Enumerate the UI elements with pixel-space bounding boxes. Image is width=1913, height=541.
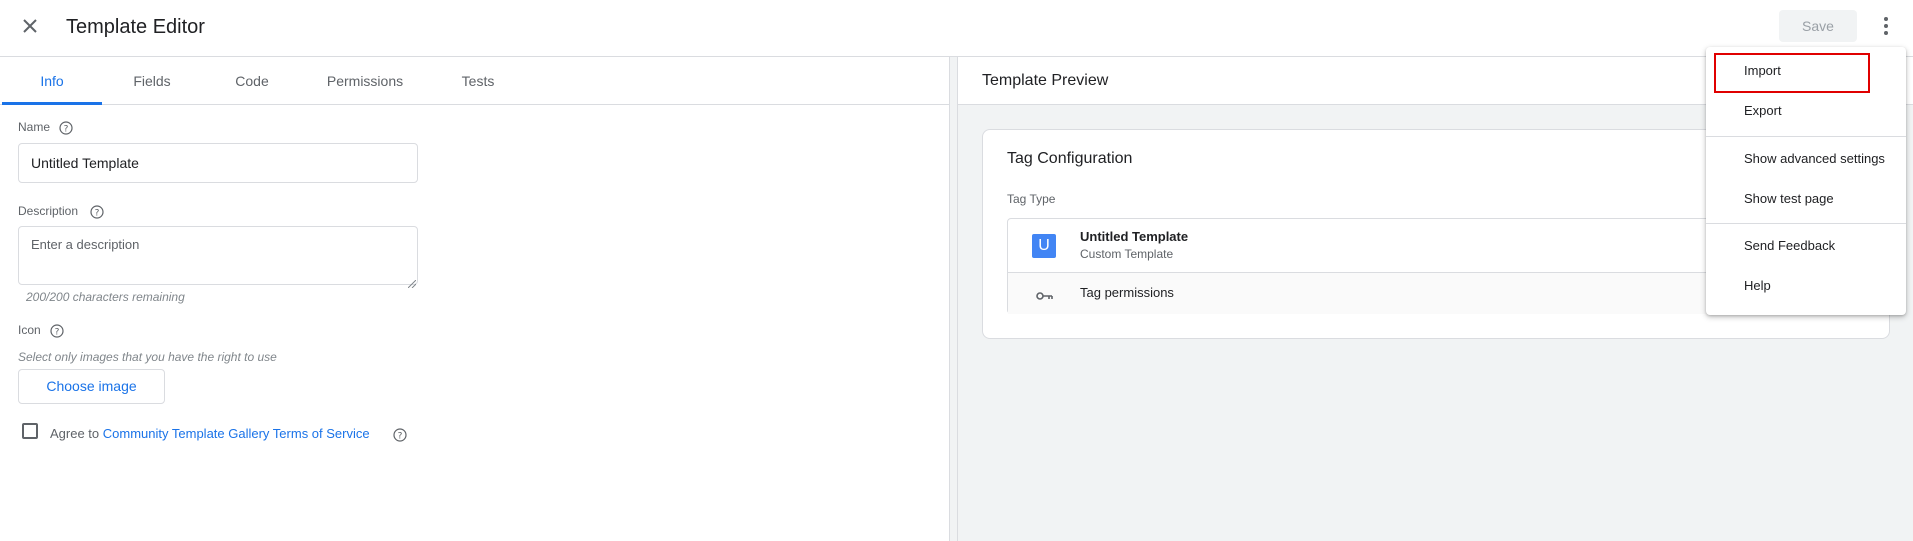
tab-bar: Info Fields Code Permissions Tests [0,57,950,105]
template-letter-icon: U [1032,234,1056,258]
page-title: Template Editor [66,16,205,38]
char-counter: 200/200 characters remaining [26,290,185,304]
tag-type-label: Tag Type [1007,192,1056,206]
tab-code[interactable]: Code [202,57,302,105]
close-icon[interactable] [18,14,42,38]
menu-item-send-feedback[interactable]: Send Feedback [1706,226,1906,266]
menu-item-help[interactable]: Help [1706,266,1906,306]
name-label: Name [18,120,51,134]
import-highlight [1714,53,1870,93]
tag-permissions-label: Tag permissions [1080,285,1174,300]
icon-hint: Select only images that you have the rig… [18,350,277,364]
tab-fields[interactable]: Fields [102,57,202,105]
menu-item-show-test-page[interactable]: Show test page [1706,179,1906,219]
svg-text:?: ? [55,328,60,338]
help-circle-icon[interactable]: ? [90,205,104,219]
terms-link[interactable]: Community Template Gallery Terms of Serv… [103,426,370,441]
choose-image-button[interactable]: Choose image [18,369,165,404]
svg-text:?: ? [398,432,403,442]
top-app-bar: Template Editor Save [0,0,1913,57]
more-vert-icon[interactable] [1874,14,1898,38]
help-circle-icon[interactable]: ? [50,324,64,338]
tag-kind: Custom Template [1080,247,1174,261]
menu-item-export[interactable]: Export [1706,91,1906,131]
svg-text:?: ? [64,125,69,135]
icon-label: Icon [18,323,41,337]
preview-title: Template Preview [982,72,1109,89]
tag-name: Untitled Template [1080,229,1189,244]
description-label: Description [18,204,79,218]
resize-handle-icon[interactable] [407,275,417,289]
svg-text:?: ? [95,209,100,219]
tab-info[interactable]: Info [2,57,102,105]
agree-checkbox[interactable] [22,423,38,439]
key-icon [1036,288,1054,300]
tab-permissions[interactable]: Permissions [310,57,420,105]
help-circle-icon[interactable]: ? [59,121,73,135]
description-field[interactable]: Enter a description [18,226,418,285]
pane-divider[interactable] [950,57,958,541]
save-button[interactable]: Save [1779,10,1857,42]
card-title: Tag Configuration [1007,150,1133,167]
menu-divider [1706,136,1906,137]
menu-divider [1706,223,1906,224]
active-tab-indicator [2,102,102,105]
tab-tests[interactable]: Tests [428,57,528,105]
agree-text: Agree to Community Template Gallery Term… [50,426,370,441]
help-circle-icon[interactable]: ? [393,428,407,442]
menu-item-show-advanced-settings[interactable]: Show advanced settings [1706,139,1906,179]
agree-prefix: Agree to [50,426,100,441]
name-field[interactable]: Untitled Template [18,143,418,183]
